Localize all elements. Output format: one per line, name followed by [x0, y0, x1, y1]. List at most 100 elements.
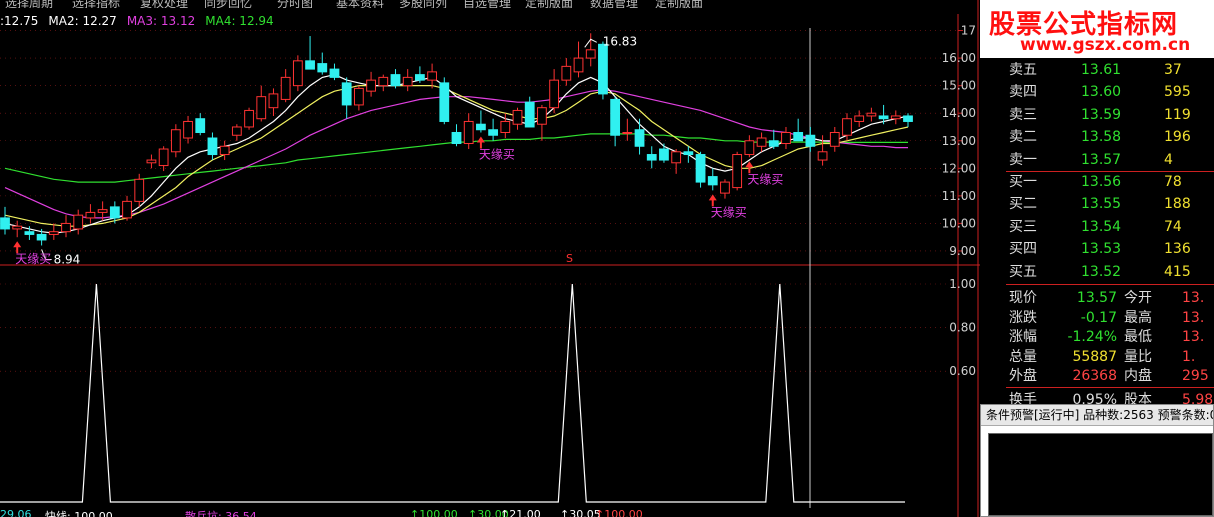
- candle: [695, 151, 706, 188]
- candle: [244, 107, 254, 130]
- stat-value: -1.24%: [1067, 329, 1117, 345]
- indicator-panel: [0, 283, 905, 503]
- order-book-divider: [1006, 284, 1214, 285]
- candle: [219, 140, 230, 161]
- candle-body: [476, 123, 486, 131]
- buy-level-row: 买三 13.54 74: [1006, 217, 1214, 237]
- candle: [549, 69, 560, 114]
- stat-value: 26368: [1072, 368, 1117, 384]
- candle: [598, 41, 608, 100]
- candle-body: [732, 154, 743, 189]
- candle: [317, 52, 328, 75]
- candle: [61, 215, 71, 238]
- candle: [48, 223, 59, 240]
- ma-legend-item: :12.75: [0, 14, 39, 28]
- candle-body: [341, 82, 352, 106]
- candle: [73, 209, 84, 235]
- buy-signal-label: 天缘买: [15, 252, 51, 266]
- price-tick-label: 9.00: [949, 244, 976, 258]
- candle-body: [317, 63, 328, 73]
- candle-body: [720, 181, 730, 194]
- stat-label: 量比: [1124, 348, 1152, 365]
- stat-label: 现价: [1009, 290, 1037, 306]
- condition-alert-window[interactable]: 条件预警[运行中] 品种数:2563 预警条数:0: [980, 404, 1214, 517]
- candle-body: [366, 79, 376, 92]
- candle-body: [378, 76, 389, 87]
- candle: [366, 71, 376, 97]
- indicator-line: [0, 283, 905, 503]
- candle-body: [695, 154, 706, 183]
- candle: [634, 118, 645, 155]
- sell-level-price: 13.60: [1081, 84, 1122, 101]
- candle-body: [805, 134, 816, 147]
- candle-body: [463, 120, 474, 145]
- candle-body: [305, 60, 315, 70]
- candle-body: [561, 65, 572, 81]
- watermark-url: www.gszx.com.cn: [1020, 35, 1191, 55]
- stat-row: 外盘 26368 内盘 295: [1006, 366, 1214, 386]
- buy-level-volume: 78: [1164, 174, 1182, 190]
- candle-body: [842, 118, 852, 136]
- candle: [280, 69, 291, 103]
- candle-body: [24, 231, 35, 235]
- indicator-tick-label: 0.60: [949, 364, 976, 378]
- stat-row: 现价 13.57 今开 13.: [1006, 288, 1214, 308]
- buy-signal-label: 天缘买: [747, 172, 783, 186]
- candle: [561, 58, 572, 86]
- stat-label: 涨跌: [1009, 309, 1037, 326]
- candle-body: [451, 131, 462, 145]
- candle-body: [329, 68, 340, 78]
- candle: [256, 85, 267, 122]
- ma-legend-item: MA3: 13.12: [126, 14, 196, 28]
- indicator-value: ↑21.00: [500, 508, 541, 517]
- candle: [903, 113, 913, 127]
- indicator-values-bar: 29.06 快线: 100.00 散兵坑: 36.54 ↑100.00 ↑30.00 ↑2…: [0, 508, 980, 517]
- sell-level-volume: 595: [1164, 84, 1191, 101]
- candle-body: [61, 222, 71, 233]
- candle-body: [122, 200, 132, 219]
- candle-body: [744, 140, 755, 156]
- candle-body: [646, 154, 657, 161]
- candle-body: [353, 87, 364, 106]
- candle-body: [488, 129, 499, 136]
- price-tick-label: 12.00: [942, 161, 976, 175]
- candle-body: [866, 112, 877, 117]
- stat-value: 13.: [1182, 290, 1205, 306]
- candle: [170, 124, 181, 158]
- quote-panel: 卖五 13.61 37 卖四 13.60 595 卖三 13.59 119 卖二 13.58 196 卖…: [1006, 58, 1214, 447]
- candle: [390, 69, 401, 89]
- candle: [646, 146, 657, 169]
- candle: [537, 104, 547, 141]
- candle-body: [244, 109, 254, 128]
- candle-body: [768, 140, 779, 147]
- candle: [890, 110, 901, 125]
- buy-level-label: 买一: [1009, 174, 1037, 190]
- candle-body: [414, 74, 425, 81]
- candle-body: [585, 49, 596, 59]
- alert-list[interactable]: [988, 433, 1213, 516]
- candle: [85, 204, 96, 224]
- candle: [512, 107, 523, 130]
- moving-averages: [4, 73, 909, 234]
- candle-body: [854, 115, 865, 122]
- buy-signal-label: 天缘买: [479, 147, 515, 161]
- stat-label: 最高: [1124, 309, 1152, 326]
- price-tick-label: 14.00: [942, 106, 976, 120]
- indicator-value: 散兵坑: 36.54: [185, 510, 257, 517]
- alert-window-title[interactable]: 条件预警[运行中] 品种数:2563 预警条数:0: [981, 405, 1213, 426]
- ma-legend: :12.75 MA2: 12.27 MA3: 13.12 MA4: 12.94: [0, 14, 284, 30]
- stat-value: 55887: [1072, 348, 1117, 365]
- candle-body: [170, 129, 181, 153]
- candle-body: [573, 57, 584, 73]
- kline-chart[interactable]: 16.838.94天缘买天缘买天缘买天缘买S 1716.0015.0014.00…: [0, 0, 980, 517]
- candle-body: [85, 211, 96, 219]
- candle: [158, 146, 169, 172]
- candle: [451, 124, 462, 147]
- candle: [353, 85, 364, 111]
- candle: [573, 41, 584, 78]
- stat-label: 今开: [1124, 290, 1152, 306]
- candle-body: [524, 101, 535, 128]
- buy-level-label: 买三: [1009, 218, 1037, 235]
- sell-level-row: 卖五 13.61 37: [1006, 60, 1214, 80]
- candle: [329, 63, 340, 81]
